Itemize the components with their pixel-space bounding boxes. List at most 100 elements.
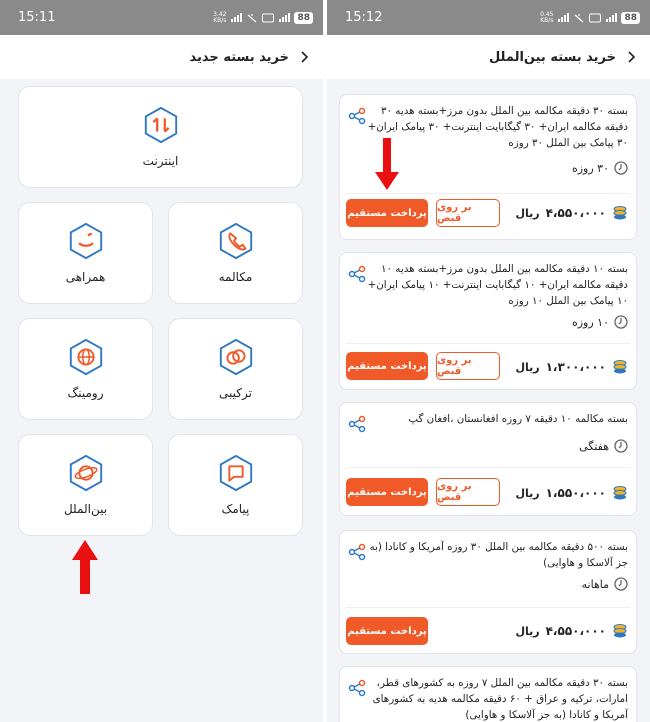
back-chevron-icon[interactable] bbox=[624, 50, 638, 64]
package-price: ۱،۵۵۰،۰۰۰ ریال bbox=[515, 485, 628, 501]
card-divider bbox=[346, 467, 630, 468]
status-time: 15:12 bbox=[345, 10, 383, 25]
package-duration: ۱۰ روزه bbox=[572, 315, 628, 329]
new-package-screen: 15:11 3.42 KB/s 88 خرید بسته جدید اینترن… bbox=[0, 0, 323, 722]
coins-icon bbox=[613, 486, 627, 500]
package-price: ۴،۵۵۰،۰۰۰ ریال bbox=[515, 623, 628, 639]
tile-label: ترکیبی bbox=[219, 386, 252, 400]
tile-combo[interactable]: ترکیبی bbox=[168, 318, 303, 420]
direct-payment-button[interactable]: پرداخت مستقیم bbox=[346, 478, 428, 506]
package-price: ۱،۳۰۰،۰۰۰ ریال bbox=[515, 359, 628, 375]
package-price: ۴،۵۵۰،۰۰۰ ریال bbox=[515, 205, 628, 221]
package-duration: ۳۰ روزه bbox=[572, 161, 628, 175]
internet-arrows-icon bbox=[144, 106, 177, 144]
coins-icon bbox=[613, 624, 627, 638]
share-icon[interactable] bbox=[348, 415, 366, 433]
package-card: بسته مکالمه ۱۰ دقیقه ۷ روزه افغانستان ،ا… bbox=[339, 402, 637, 516]
tile-internet[interactable]: اینترنت bbox=[18, 86, 303, 188]
clock-icon bbox=[614, 315, 628, 329]
direct-payment-button[interactable]: پرداخت مستقیم bbox=[346, 617, 428, 645]
pay-on-bill-button[interactable]: بر روی قبض bbox=[436, 478, 500, 506]
card-divider bbox=[346, 193, 630, 194]
tile-label: بین‌الملل bbox=[63, 502, 108, 516]
globe-icon bbox=[69, 338, 102, 376]
direct-payment-button[interactable]: پرداخت مستقیم bbox=[346, 352, 428, 380]
back-chevron-icon[interactable] bbox=[297, 50, 311, 64]
package-card: بسته ۳۰ دقیقه مکالمه بین الملل ۷ روزه به… bbox=[339, 666, 637, 722]
pay-on-bill-button[interactable]: بر روی قبض bbox=[436, 199, 500, 227]
volte-icon bbox=[262, 13, 275, 22]
tile-roaming[interactable]: رومینگ bbox=[18, 318, 153, 420]
5g-signal-icon bbox=[606, 12, 618, 22]
currency-label: ریال bbox=[515, 206, 540, 220]
mute-icon bbox=[575, 13, 584, 22]
package-description: بسته ۵۰۰ دقیقه مکالمه بین الملل ۳۰ روزه … bbox=[369, 541, 628, 569]
pay-on-bill-button[interactable]: بر روی قبض bbox=[436, 352, 500, 380]
status-bar: 15:12 0.45 KB/s 88 bbox=[327, 0, 650, 35]
package-card: بسته ۵۰۰ دقیقه مکالمه بین الملل ۳۰ روزه … bbox=[339, 530, 637, 654]
planet-icon bbox=[69, 454, 102, 492]
clock-icon bbox=[614, 439, 628, 453]
package-description: بسته ۳۰ دقیقه مکالمه بین الملل بدون مرز+… bbox=[367, 105, 628, 149]
composite-screenshot: 15:11 3.42 KB/s 88 خرید بسته جدید اینترن… bbox=[0, 0, 650, 722]
combo-rings-icon bbox=[219, 338, 252, 376]
duration-text: ۳۰ روزه bbox=[571, 161, 609, 175]
coins-icon bbox=[613, 206, 627, 220]
top-app-bar: خرید بسته بین‌الملل bbox=[327, 35, 650, 79]
top-app-bar: خرید بسته جدید bbox=[0, 35, 323, 79]
duration-text: ۱۰ روزه bbox=[571, 315, 609, 329]
status-time: 15:11 bbox=[18, 10, 56, 25]
status-icons: 0.45 KB/s 88 bbox=[540, 10, 640, 24]
price-value: ۴،۵۵۰،۰۰۰ bbox=[545, 206, 606, 220]
battery-level: 88 bbox=[294, 11, 313, 24]
card-divider bbox=[346, 343, 630, 344]
volte-icon bbox=[589, 13, 602, 22]
page-title: خرید بسته جدید bbox=[189, 49, 289, 65]
share-icon[interactable] bbox=[348, 265, 366, 283]
status-bar: 15:11 3.42 KB/s 88 bbox=[0, 0, 323, 35]
share-icon[interactable] bbox=[348, 679, 366, 697]
duration-text: هفتگی bbox=[579, 439, 609, 453]
international-package-screen: 15:12 0.45 KB/s 88 خرید بسته بین‌الملل ب… bbox=[327, 0, 650, 722]
tile-label: اینترنت bbox=[142, 154, 179, 168]
share-icon[interactable] bbox=[348, 107, 366, 125]
package-description: بسته ۳۰ دقیقه مکالمه بین الملل ۷ روزه به… bbox=[372, 677, 628, 721]
sms-bubble-icon bbox=[219, 454, 252, 492]
red-down-arrow-annotation bbox=[375, 138, 399, 190]
mute-icon bbox=[248, 13, 257, 22]
share-icon[interactable] bbox=[348, 543, 366, 561]
currency-label: ریال bbox=[515, 360, 540, 374]
currency-label: ریال bbox=[515, 486, 540, 500]
coins-icon bbox=[613, 360, 627, 374]
package-duration: ماهانه bbox=[582, 577, 628, 591]
clock-icon bbox=[614, 161, 628, 175]
signal-icon bbox=[231, 12, 243, 22]
signal-icon bbox=[558, 12, 570, 22]
companion-smile-icon bbox=[69, 222, 102, 260]
price-value: ۱،۳۰۰،۰۰۰ bbox=[545, 360, 606, 374]
price-value: ۱،۵۵۰،۰۰۰ bbox=[545, 486, 606, 500]
card-divider bbox=[346, 607, 630, 608]
tile-companion[interactable]: همراهی bbox=[18, 202, 153, 304]
clock-icon bbox=[614, 577, 628, 591]
package-description: بسته مکالمه ۱۰ دقیقه ۷ روزه افغانستان ،ا… bbox=[408, 413, 628, 425]
direct-payment-button[interactable]: پرداخت مستقیم bbox=[346, 199, 428, 227]
package-card: بسته ۱۰ دقیقه مکالمه بین الملل بدون مرز+… bbox=[339, 252, 637, 390]
network-speed: 3.42 KB/s bbox=[213, 10, 227, 24]
tile-call[interactable]: مکالمه bbox=[168, 202, 303, 304]
price-value: ۴،۵۵۰،۰۰۰ bbox=[545, 624, 606, 638]
network-speed: 0.45 KB/s bbox=[540, 10, 554, 24]
tile-label: همراهی bbox=[65, 270, 106, 284]
tile-label: پیامک bbox=[221, 502, 250, 516]
package-duration: هفتگی bbox=[579, 439, 628, 453]
package-description: بسته ۱۰ دقیقه مکالمه بین الملل بدون مرز+… bbox=[367, 263, 628, 307]
phone-icon bbox=[219, 222, 252, 260]
tile-international[interactable]: بین‌الملل bbox=[18, 434, 153, 536]
tile-label: مکالمه bbox=[218, 270, 253, 284]
status-icons: 3.42 KB/s 88 bbox=[213, 10, 313, 24]
tile-sms[interactable]: پیامک bbox=[168, 434, 303, 536]
5g-signal-icon bbox=[279, 12, 291, 22]
currency-label: ریال bbox=[515, 624, 540, 638]
tile-label: رومینگ bbox=[67, 386, 104, 400]
page-title: خرید بسته بین‌الملل bbox=[488, 49, 616, 65]
